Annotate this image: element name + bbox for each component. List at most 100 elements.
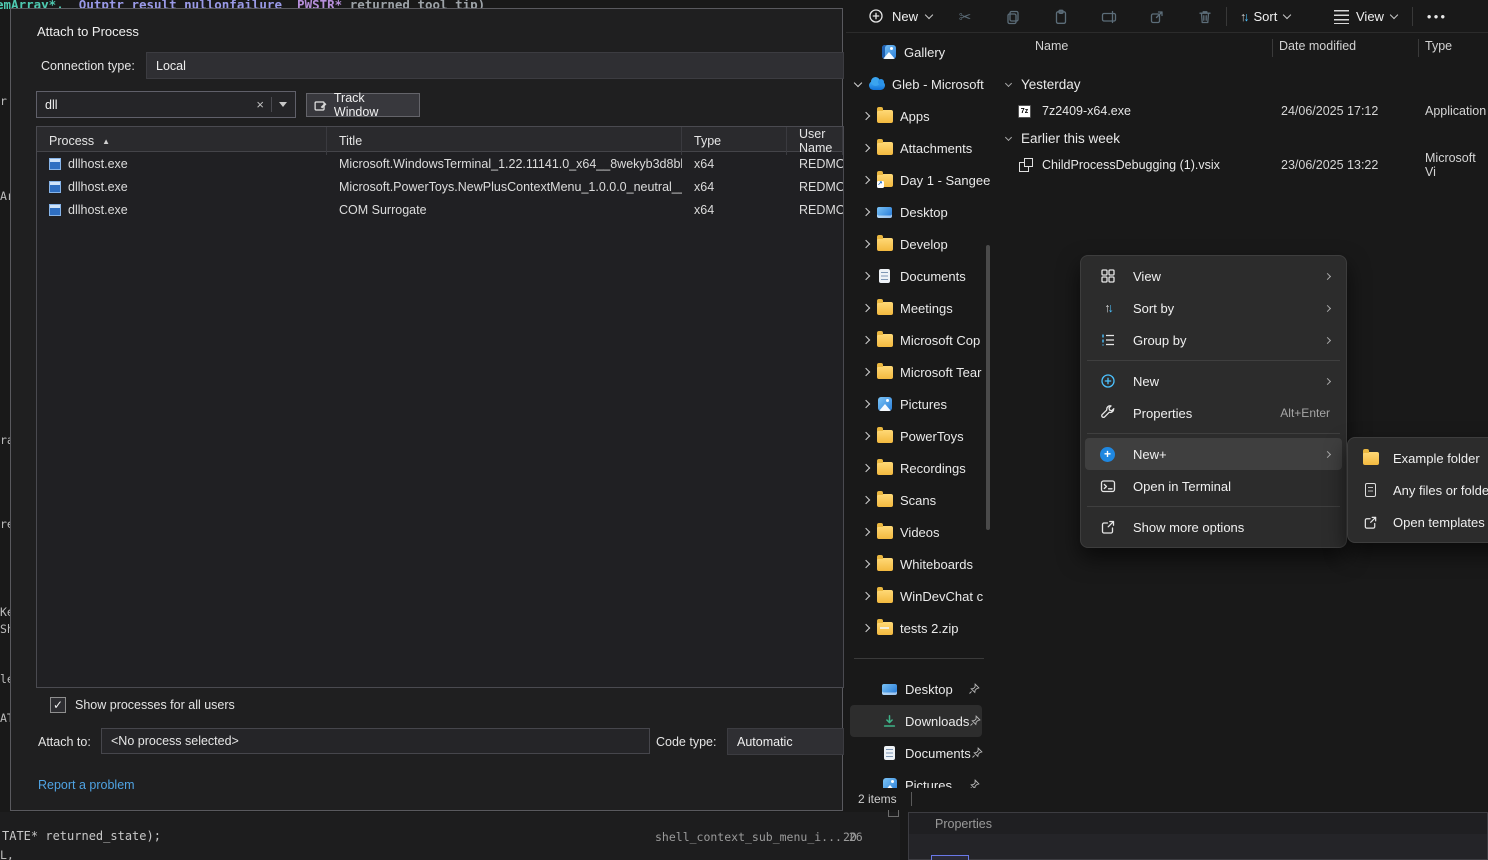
- sidebar-item-powertoys[interactable]: PowerToys: [846, 420, 994, 452]
- chevron-right-icon[interactable]: [862, 592, 870, 600]
- sidebar-item-pictures[interactable]: Pictures: [846, 388, 994, 420]
- sidebar-item-scans[interactable]: Scans: [846, 484, 994, 516]
- file-row[interactable]: 7z2409-x64.exe 24/06/2025 17:12 Applicat…: [996, 97, 1488, 125]
- attach-to-field[interactable]: [101, 728, 650, 754]
- connection-type-select[interactable]: Local: [146, 52, 844, 79]
- sidebar-item-desktop-pinned[interactable]: Desktop: [846, 673, 994, 705]
- sidebar-item-windevchat[interactable]: WinDevChat c: [846, 580, 994, 612]
- codelens-reference[interactable]: shell_context_sub_menu_i... 26: [655, 830, 863, 844]
- chevron-right-icon[interactable]: [862, 240, 870, 248]
- sidebar-item-downloads[interactable]: Downloads: [850, 705, 982, 737]
- column-title[interactable]: Title: [327, 127, 682, 155]
- rename-button[interactable]: [1094, 4, 1124, 29]
- process-row[interactable]: dllhost.exe COM Surrogate x64 REDMOND: [37, 198, 843, 221]
- codelens-count[interactable]: 20: [843, 830, 857, 844]
- folder-icon: [877, 494, 893, 507]
- sidebar-item-desktop[interactable]: Desktop: [846, 196, 994, 228]
- sidebar-item-microsoft-tear[interactable]: Microsoft Tear: [846, 356, 994, 388]
- chevron-right-icon[interactable]: [862, 368, 870, 376]
- folder-shortcut-icon: [877, 174, 893, 187]
- open-external-icon: [1363, 515, 1378, 530]
- new-plus-submenu: Example folder Any files or folde Open t…: [1347, 437, 1488, 543]
- sidebar-item-pictures-pinned[interactable]: Pictures: [846, 769, 994, 788]
- filter-dropdown-icon[interactable]: [279, 102, 287, 107]
- chevron-expanded-icon[interactable]: [854, 79, 862, 87]
- sidebar-item-microsoft-cop[interactable]: Microsoft Cop: [846, 324, 994, 356]
- column-type[interactable]: Type: [682, 127, 787, 155]
- folder-icon: [877, 462, 893, 475]
- chevron-right-icon[interactable]: [862, 272, 870, 280]
- sort-button[interactable]: ↑↓ Sort: [1234, 4, 1296, 29]
- column-process[interactable]: Process▲: [37, 127, 327, 155]
- sidebar-item-apps[interactable]: Apps: [846, 100, 994, 132]
- sidebar-item-documents-pinned[interactable]: Documents: [846, 737, 994, 769]
- chevron-right-icon[interactable]: [862, 176, 870, 184]
- sidebar-scrollbar[interactable]: [986, 245, 990, 530]
- properties-panel-title[interactable]: Properties: [909, 813, 1487, 834]
- properties-panel-control[interactable]: [931, 855, 969, 860]
- chevron-expanded-icon[interactable]: [1005, 133, 1012, 140]
- clear-filter-icon[interactable]: ×: [256, 97, 264, 112]
- column-user-name[interactable]: User Name: [787, 127, 843, 155]
- sidebar-item-tests-zip[interactable]: tests 2.zip: [846, 612, 994, 644]
- process-row[interactable]: dllhost.exe Microsoft.PowerToys.NewPlusC…: [37, 175, 843, 198]
- chevron-right-icon[interactable]: [862, 528, 870, 536]
- menu-item-new-plus[interactable]: + New+: [1085, 438, 1342, 470]
- folder-icon: [877, 366, 893, 379]
- sidebar-item-recordings[interactable]: Recordings: [846, 452, 994, 484]
- group-header-yesterday[interactable]: Yesterday: [996, 71, 1488, 97]
- sidebar-item-meetings[interactable]: Meetings: [846, 292, 994, 324]
- code-type-select[interactable]: Automatic: [727, 728, 844, 755]
- sidebar-item-documents[interactable]: Documents: [846, 260, 994, 292]
- chevron-right-icon[interactable]: [862, 112, 870, 120]
- chevron-right-icon[interactable]: [862, 464, 870, 472]
- file-row[interactable]: ChildProcessDebugging (1).vsix 23/06/202…: [996, 151, 1488, 179]
- group-header-earlier-this-week[interactable]: Earlier this week: [996, 125, 1488, 151]
- see-more-button[interactable]: ●●●: [1422, 4, 1452, 29]
- delete-button[interactable]: [1190, 4, 1220, 29]
- menu-item-show-more-options[interactable]: Show more options: [1085, 511, 1342, 543]
- menu-item-new[interactable]: New: [1085, 365, 1342, 397]
- submenu-item-open-templates[interactable]: Open templates: [1352, 506, 1488, 538]
- chevron-right-icon[interactable]: [862, 496, 870, 504]
- sidebar-item-videos[interactable]: Videos: [846, 516, 994, 548]
- sidebar-item-onedrive[interactable]: Gleb - Microsoft: [846, 68, 994, 100]
- screen: emArray*, _Outptr_result_nullonfailure_ …: [0, 0, 1488, 860]
- sidebar-item-whiteboards[interactable]: Whiteboards: [846, 548, 994, 580]
- chevron-right-icon[interactable]: [862, 432, 870, 440]
- chevron-right-icon[interactable]: [862, 560, 870, 568]
- sidebar-item-day1[interactable]: Day 1 - Sangee: [846, 164, 994, 196]
- view-button[interactable]: View: [1328, 4, 1403, 29]
- menu-item-view[interactable]: View: [1085, 260, 1342, 292]
- chevron-right-icon[interactable]: [862, 208, 870, 216]
- process-row[interactable]: dllhost.exe Microsoft.WindowsTerminal_1.…: [37, 152, 843, 175]
- process-icon: [49, 181, 61, 193]
- column-date-modified[interactable]: Date modified: [1279, 39, 1356, 53]
- submenu-item-any-files[interactable]: Any files or folde: [1352, 474, 1488, 506]
- submenu-item-example-folder[interactable]: Example folder: [1352, 442, 1488, 474]
- menu-item-open-in-terminal[interactable]: Open in Terminal: [1085, 470, 1342, 502]
- chevron-right-icon[interactable]: [862, 336, 870, 344]
- menu-item-sort-by[interactable]: ↑↓ Sort by: [1085, 292, 1342, 324]
- sidebar-item-develop[interactable]: Develop: [846, 228, 994, 260]
- sidebar-item-gallery[interactable]: Gallery: [846, 36, 994, 68]
- show-all-users-checkbox[interactable]: ✓: [50, 697, 66, 713]
- copy-button[interactable]: [998, 4, 1028, 29]
- menu-item-group-by[interactable]: Group by: [1085, 324, 1342, 356]
- column-name[interactable]: Name: [1035, 39, 1068, 53]
- chevron-right-icon[interactable]: [862, 144, 870, 152]
- share-button[interactable]: [1142, 4, 1172, 29]
- report-a-problem-link[interactable]: Report a problem: [38, 778, 135, 792]
- new-button[interactable]: New: [860, 4, 940, 28]
- column-type[interactable]: Type: [1425, 39, 1452, 53]
- chevron-right-icon[interactable]: [862, 400, 870, 408]
- menu-item-properties[interactable]: Properties Alt+Enter: [1085, 397, 1342, 429]
- chevron-right-icon[interactable]: [862, 624, 870, 632]
- chevron-right-icon[interactable]: [862, 304, 870, 312]
- sidebar-item-attachments[interactable]: Attachments: [846, 132, 994, 164]
- process-filter-input[interactable]: dll ×: [36, 91, 296, 118]
- paste-button[interactable]: [1046, 4, 1076, 29]
- chevron-expanded-icon[interactable]: [1005, 79, 1012, 86]
- cut-button[interactable]: ✂: [950, 4, 980, 29]
- track-window-button[interactable]: Track Window: [306, 93, 420, 117]
